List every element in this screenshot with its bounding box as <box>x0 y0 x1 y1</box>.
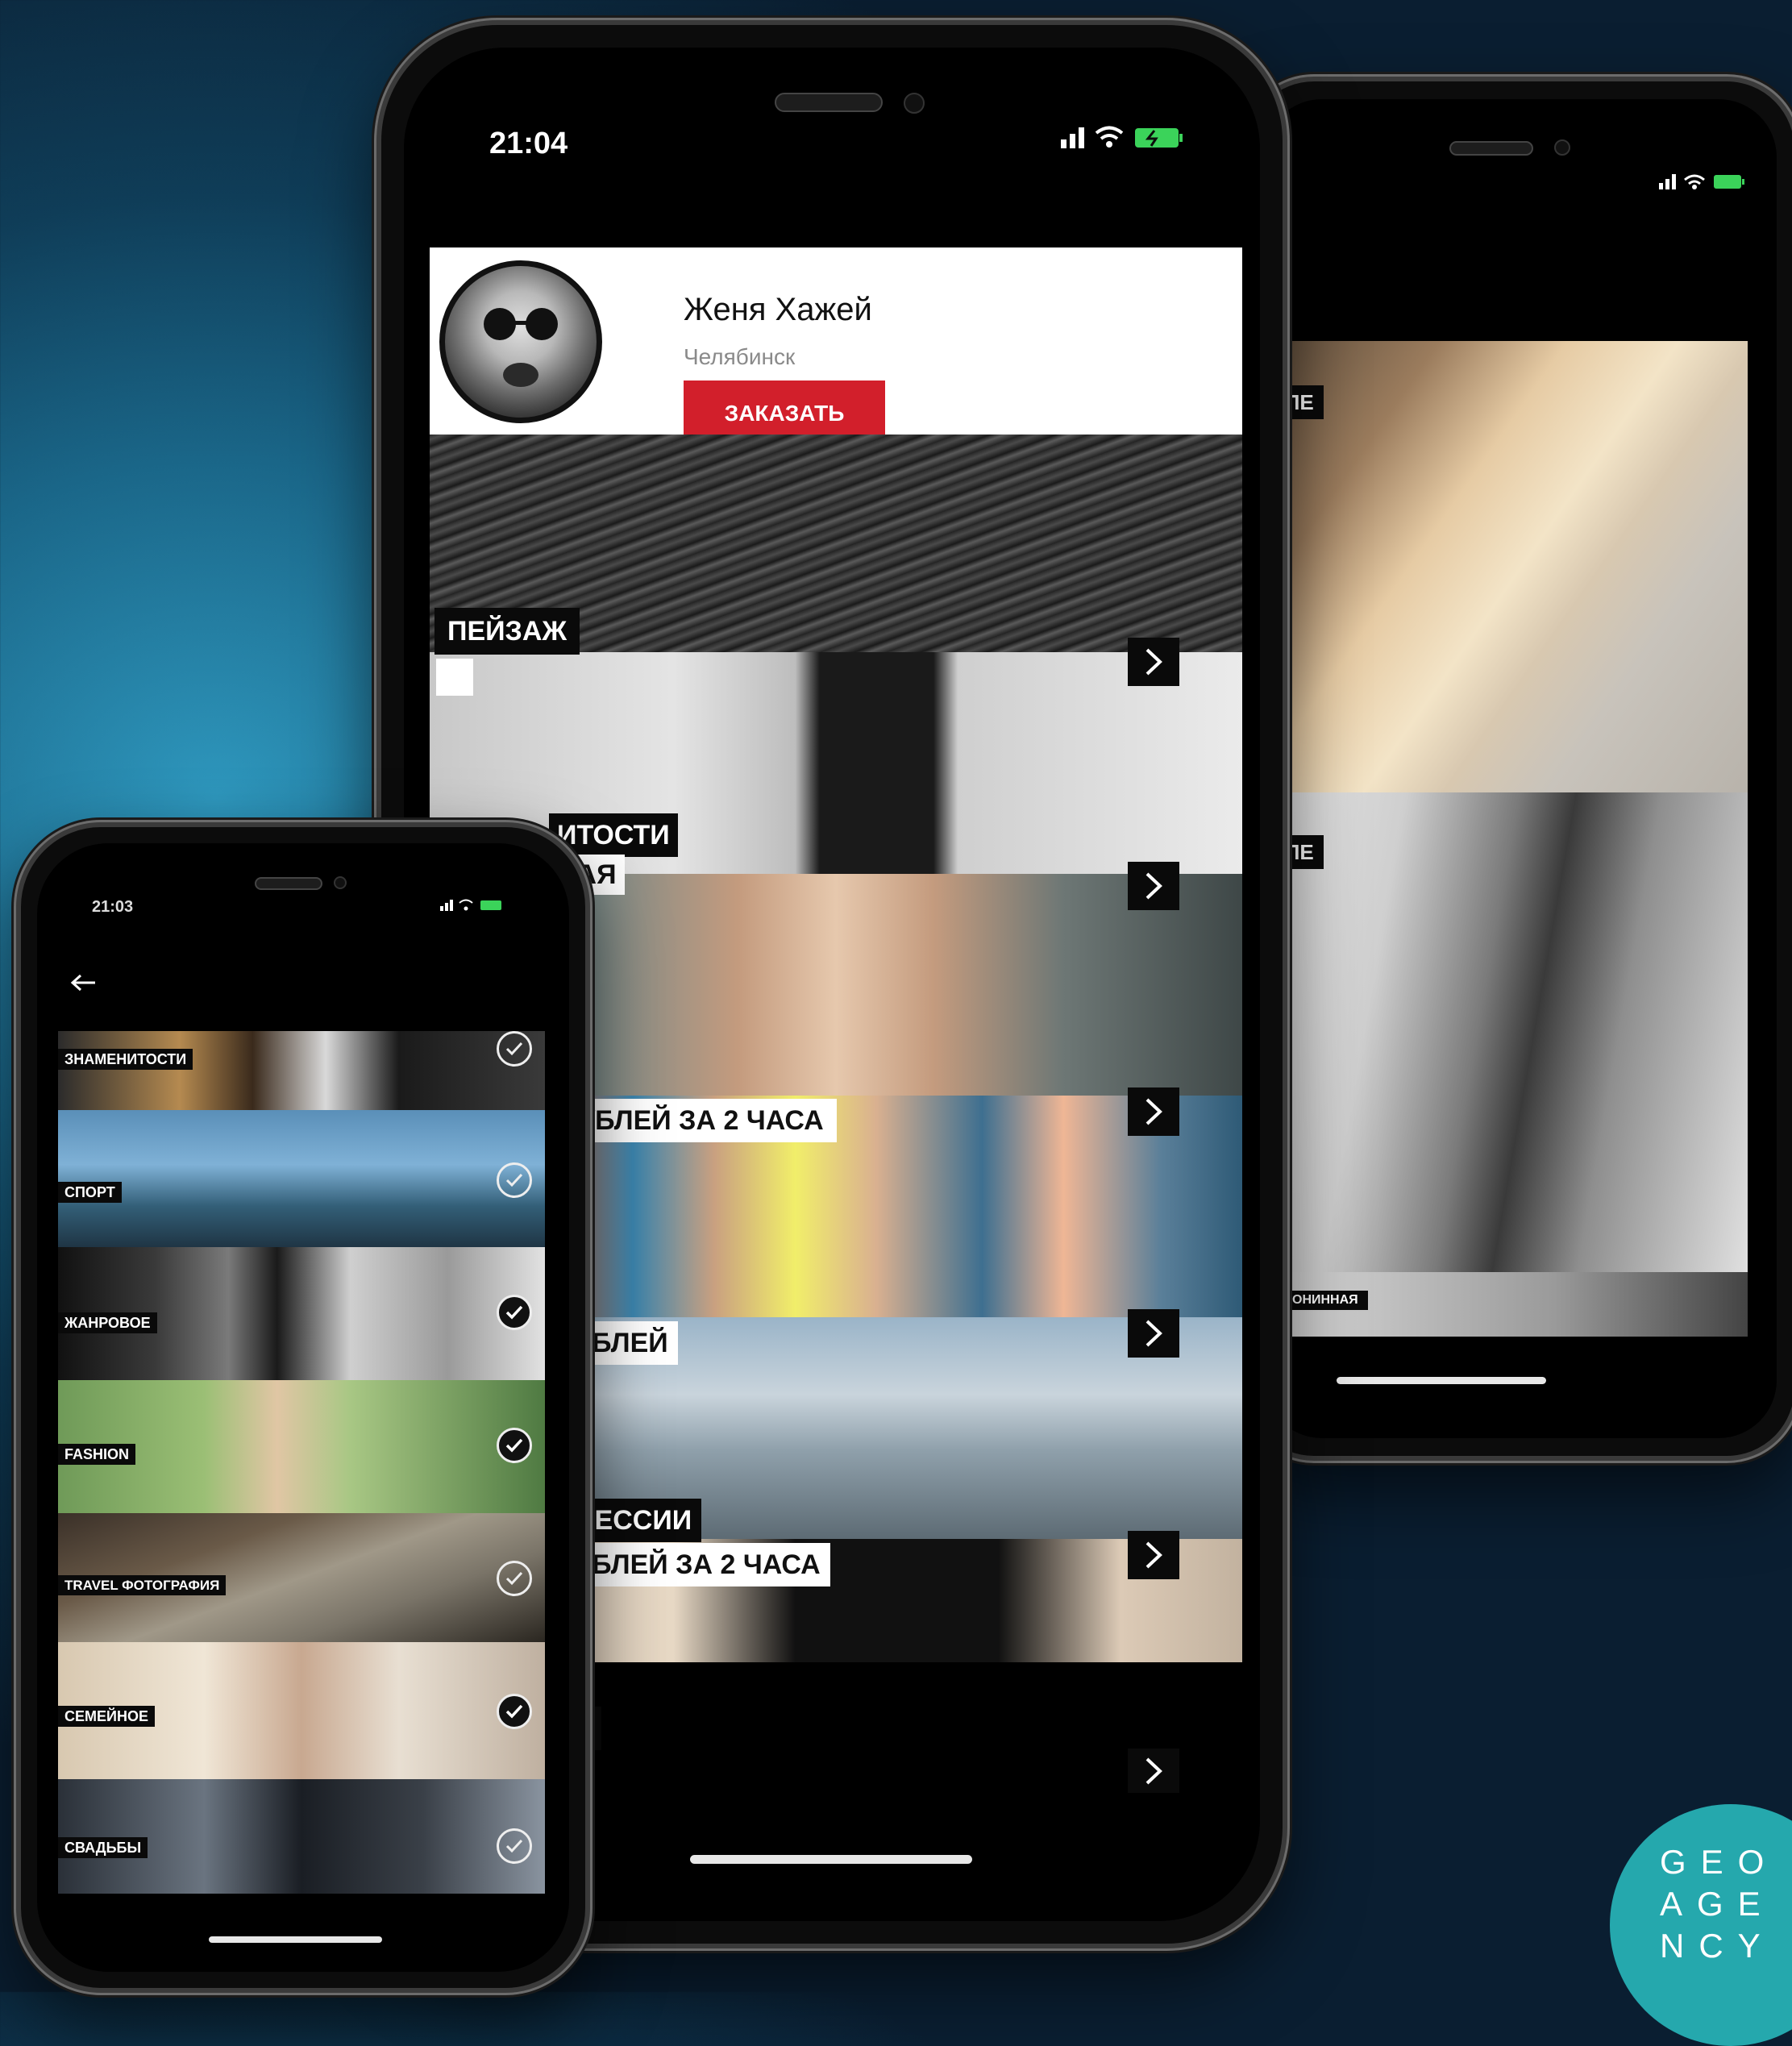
category-label: TRAVEL ФОТОГРАФИЯ <box>58 1575 227 1595</box>
chevron-right-icon[interactable] <box>1128 1309 1179 1358</box>
category-label: СВАДЬБЫ <box>58 1837 148 1858</box>
right-phone-screen: ГЛЕ ГЛЕ ПИОНИННАЯ <box>1264 99 1777 1438</box>
category-label: УБЛЕЙ ЗА 2 ЧАСА <box>565 1543 830 1586</box>
front-camera <box>904 93 925 114</box>
status-icons <box>1659 170 1756 195</box>
right-phone: ГЛЕ ГЛЕ ПИОНИННАЯ <box>1241 77 1792 1461</box>
avatar[interactable] <box>439 260 602 423</box>
checkmark-icon[interactable] <box>497 1561 532 1596</box>
chevron-right-icon[interactable] <box>1128 1531 1179 1579</box>
left-phone: 21:03 ЗНАМЕНИТОСТИ СПОРТ ЖАНРОВОЕ FASHIO… <box>16 822 590 1993</box>
status-time: 21:04 <box>489 127 568 160</box>
speaker-grille <box>775 93 883 112</box>
checkmark-icon[interactable] <box>497 1162 532 1198</box>
left-phone-screen: 21:03 ЗНАМЕНИТОСТИ СПОРТ ЖАНРОВОЕ FASHIO… <box>37 843 569 1972</box>
home-indicator[interactable] <box>690 1855 972 1864</box>
category-label: СЕМЕЙНОЕ <box>58 1706 155 1727</box>
speaker-grille <box>1449 141 1533 156</box>
status-time: 21:03 <box>92 898 134 916</box>
home-indicator[interactable] <box>209 1936 382 1943</box>
chevron-right-icon[interactable] <box>1128 1087 1179 1136</box>
portrait-photo-blonde[interactable] <box>1264 341 1748 792</box>
profile-name: Женя Хажей <box>684 292 872 327</box>
category-label: СПОРТ <box>58 1182 122 1203</box>
geo-agency-logo: GEO AGE NCY <box>1610 1804 1792 2046</box>
front-camera <box>1554 139 1570 156</box>
back-arrow-icon[interactable] <box>69 972 97 997</box>
checkmark-icon[interactable] <box>497 1694 532 1729</box>
category-label: УБЛЕЙ ЗА 2 ЧАСА <box>565 1099 837 1142</box>
status-icons <box>1061 122 1190 155</box>
category-label: ЗНАМЕНИТОСТИ <box>58 1049 193 1070</box>
chevron-right-icon[interactable] <box>1128 1749 1179 1793</box>
category-label: ЖАНРОВОЕ <box>58 1312 157 1333</box>
chevron-right-icon[interactable] <box>1128 638 1179 686</box>
front-camera <box>334 876 347 889</box>
checkmark-icon[interactable] <box>497 1295 532 1330</box>
checkmark-icon[interactable] <box>497 1031 532 1067</box>
status-icons <box>440 896 513 917</box>
checkmark-icon[interactable] <box>497 1828 532 1864</box>
profile-city: Челябинск <box>684 344 796 369</box>
category-row-celebrities[interactable] <box>58 1031 545 1110</box>
avatar-sunglasses-icon <box>484 308 558 387</box>
category-row-sport[interactable] <box>58 1110 545 1247</box>
category-label: ПЕЙЗАЖ <box>434 608 580 655</box>
category-row-weddings[interactable] <box>58 1779 545 1894</box>
chevron-right-icon[interactable] <box>1128 862 1179 910</box>
logo-line: GEO <box>1660 1843 1779 1881</box>
logo-line: NCY <box>1660 1927 1775 1965</box>
portrait-photo-net-shadow[interactable] <box>1264 792 1748 1272</box>
profile-card: Женя Хажей Челябинск ЗАКАЗАТЬ <box>430 247 1242 447</box>
checkmark-icon[interactable] <box>497 1428 532 1463</box>
category-label: FASHION <box>58 1444 136 1465</box>
speaker-grille <box>255 877 322 890</box>
home-indicator[interactable] <box>1337 1377 1546 1384</box>
logo-line: AGE <box>1660 1885 1775 1923</box>
selection-box[interactable] <box>436 659 473 696</box>
